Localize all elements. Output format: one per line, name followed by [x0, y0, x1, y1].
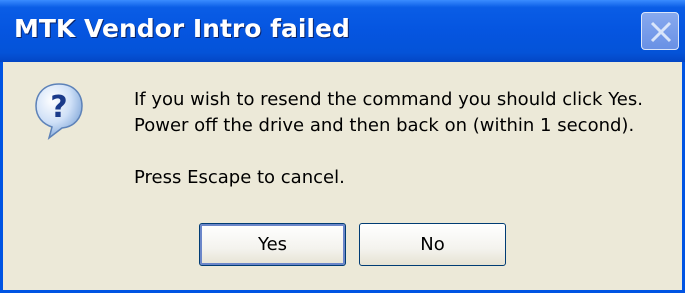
- title-bar[interactable]: MTK Vendor Intro failed: [0, 0, 685, 62]
- yes-button[interactable]: Yes: [199, 223, 346, 266]
- svg-text:?: ?: [50, 90, 67, 125]
- dialog-body: ? If you wish to resend the command you …: [3, 62, 682, 290]
- dialog-title: MTK Vendor Intro failed: [14, 14, 350, 43]
- close-button[interactable]: [641, 12, 679, 50]
- close-icon: [650, 21, 672, 43]
- message-line: Press Escape to cancel.: [134, 167, 345, 188]
- message-dialog: MTK Vendor Intro failed ? If you wish to…: [0, 0, 685, 293]
- question-icon: ?: [35, 83, 83, 140]
- message-line: Power off the drive and then back on (wi…: [134, 115, 635, 136]
- message-line: If you wish to resend the command you sh…: [134, 89, 643, 110]
- message-spacer: [134, 139, 643, 165]
- no-button[interactable]: No: [359, 223, 506, 266]
- message-text: If you wish to resend the command you sh…: [134, 87, 643, 191]
